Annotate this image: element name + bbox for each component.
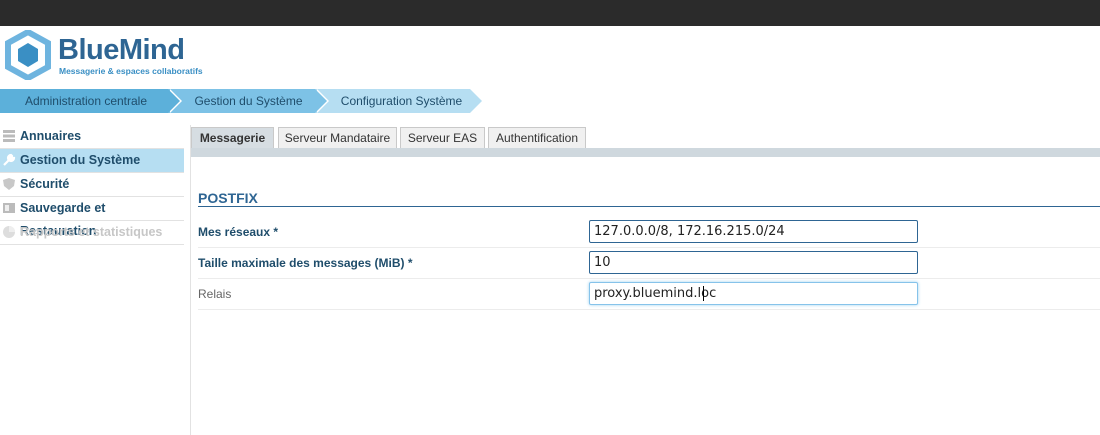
- tab-label: Serveur EAS: [407, 131, 478, 145]
- max-size-label: Taille maximale des messages (MiB) *: [198, 256, 413, 270]
- section-divider: [198, 206, 1100, 207]
- breadcrumb-configuration-systeme[interactable]: Configuration Système: [315, 89, 484, 113]
- breadcrumb-label: Administration centrale: [24, 94, 148, 108]
- tab-label: Serveur Mandataire: [284, 131, 391, 145]
- relay-input[interactable]: [589, 282, 918, 305]
- hexagon-logo-icon: [5, 30, 51, 80]
- sidebar-item-annuaires[interactable]: Annuaires: [0, 125, 184, 149]
- wrench-icon: [3, 153, 16, 166]
- sidebar-item-label: Annuaires: [20, 129, 82, 143]
- logo-subtitle: Messagerie & espaces collaboratifs: [59, 66, 203, 76]
- shield-icon: [3, 178, 15, 190]
- tab-serveur-eas[interactable]: Serveur EAS: [400, 127, 485, 148]
- sidebar-item-rapports[interactable]: Rapports et statistiques: [0, 221, 184, 245]
- breadcrumb: Configuration Système Gestion du Système…: [0, 89, 500, 113]
- sidebar: Annuaires Gestion du Système Sécurité Sa…: [0, 125, 184, 245]
- breadcrumb-label: Gestion du Système: [194, 94, 303, 108]
- sidebar-item-sauvegarde[interactable]: Sauvegarde et Restauration: [0, 197, 184, 238]
- max-size-input[interactable]: [589, 251, 918, 274]
- form-row-networks: Mes réseaux *: [198, 216, 1100, 248]
- tab-underline-bar: [191, 148, 1100, 157]
- sidebar-item-label: Gestion du Système: [20, 153, 141, 167]
- networks-label: Mes réseaux *: [198, 225, 279, 239]
- directory-icon: [3, 130, 15, 142]
- sidebar-item-label: Rapports et statistiques: [20, 225, 163, 239]
- top-bar: [0, 0, 1100, 26]
- backup-icon: [3, 203, 15, 213]
- tab-authentification[interactable]: Authentification: [488, 127, 586, 148]
- networks-input[interactable]: [589, 220, 918, 243]
- sidebar-divider: [190, 125, 191, 435]
- reports-icon: [3, 226, 15, 238]
- form-row-max-size: Taille maximale des messages (MiB) *: [198, 247, 1100, 279]
- relay-label: Relais: [198, 287, 232, 301]
- tab-serveur-mandataire[interactable]: Serveur Mandataire: [278, 127, 397, 148]
- breadcrumb-label: Configuration Système: [340, 94, 463, 108]
- sidebar-item-gestion-systeme[interactable]: Gestion du Système: [0, 149, 184, 173]
- section-title: POSTFIX: [198, 190, 258, 206]
- text-cursor: [703, 286, 704, 301]
- logo-title: BlueMind: [58, 34, 185, 66]
- breadcrumb-administration-centrale[interactable]: Administration centrale: [0, 89, 182, 113]
- breadcrumb-gestion-systeme[interactable]: Gestion du Système: [168, 89, 329, 113]
- tab-messagerie[interactable]: Messagerie: [191, 127, 274, 148]
- form-row-relay: Relais: [198, 278, 1100, 310]
- sidebar-item-securite[interactable]: Sécurité: [0, 173, 184, 197]
- tab-label: Authentification: [495, 131, 579, 145]
- tab-label: Messagerie: [199, 131, 266, 145]
- sidebar-item-label: Sécurité: [20, 177, 70, 191]
- bluemind-logo[interactable]: BlueMind Messagerie & espaces collaborat…: [3, 30, 203, 80]
